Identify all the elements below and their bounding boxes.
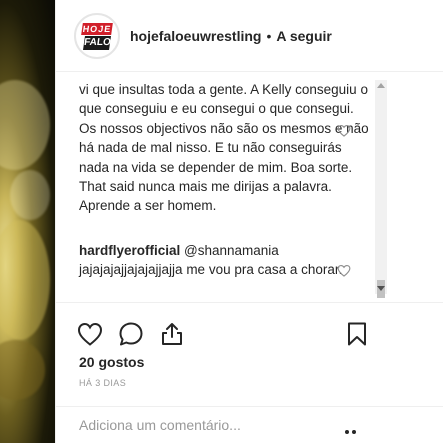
scroll-down-arrow-icon[interactable] — [377, 286, 385, 291]
avatar-logo-top: HOJE — [81, 22, 113, 35]
comment-text: vi que insultas toda a gente. A Kelly co… — [79, 82, 369, 214]
post-photo[interactable] — [0, 0, 55, 443]
comment-icon[interactable] — [118, 321, 144, 347]
post-timestamp[interactable]: HÁ 3 DIAS — [79, 378, 126, 388]
more-options-icon[interactable] — [345, 421, 365, 434]
action-bar — [56, 302, 443, 362]
following-button[interactable]: A seguir — [276, 28, 332, 44]
header-separator: • — [266, 27, 272, 44]
share-icon[interactable] — [159, 321, 185, 347]
comments-scrollbar[interactable] — [375, 80, 387, 298]
post-side-panel: HOJE FALO hojefaloeuwrestling • A seguir… — [55, 0, 443, 443]
likes-count[interactable]: 20 gostos — [79, 354, 144, 370]
bookmark-icon[interactable] — [344, 321, 370, 347]
comments-list[interactable]: vi que insultas toda a gente. A Kelly co… — [56, 72, 443, 302]
avatar[interactable]: HOJE FALO — [74, 12, 120, 59]
comment-item: hardflyerofficial @shannamania jajajajaj… — [79, 241, 369, 280]
account-username[interactable]: hojefaloeuwrestling — [130, 28, 261, 44]
avatar-logo-bottom: FALO — [83, 35, 112, 50]
comment-username[interactable]: hardflyerofficial — [79, 243, 180, 258]
heart-icon[interactable] — [337, 264, 351, 277]
heart-icon[interactable] — [337, 124, 351, 137]
comment-item: vi que insultas toda a gente. A Kelly co… — [79, 80, 369, 216]
add-comment-bar — [56, 406, 443, 443]
heart-icon[interactable] — [77, 321, 103, 347]
scroll-up-arrow-icon[interactable] — [377, 83, 385, 88]
post-header: HOJE FALO hojefaloeuwrestling • A seguir — [56, 0, 443, 72]
comment-input[interactable] — [79, 417, 329, 433]
